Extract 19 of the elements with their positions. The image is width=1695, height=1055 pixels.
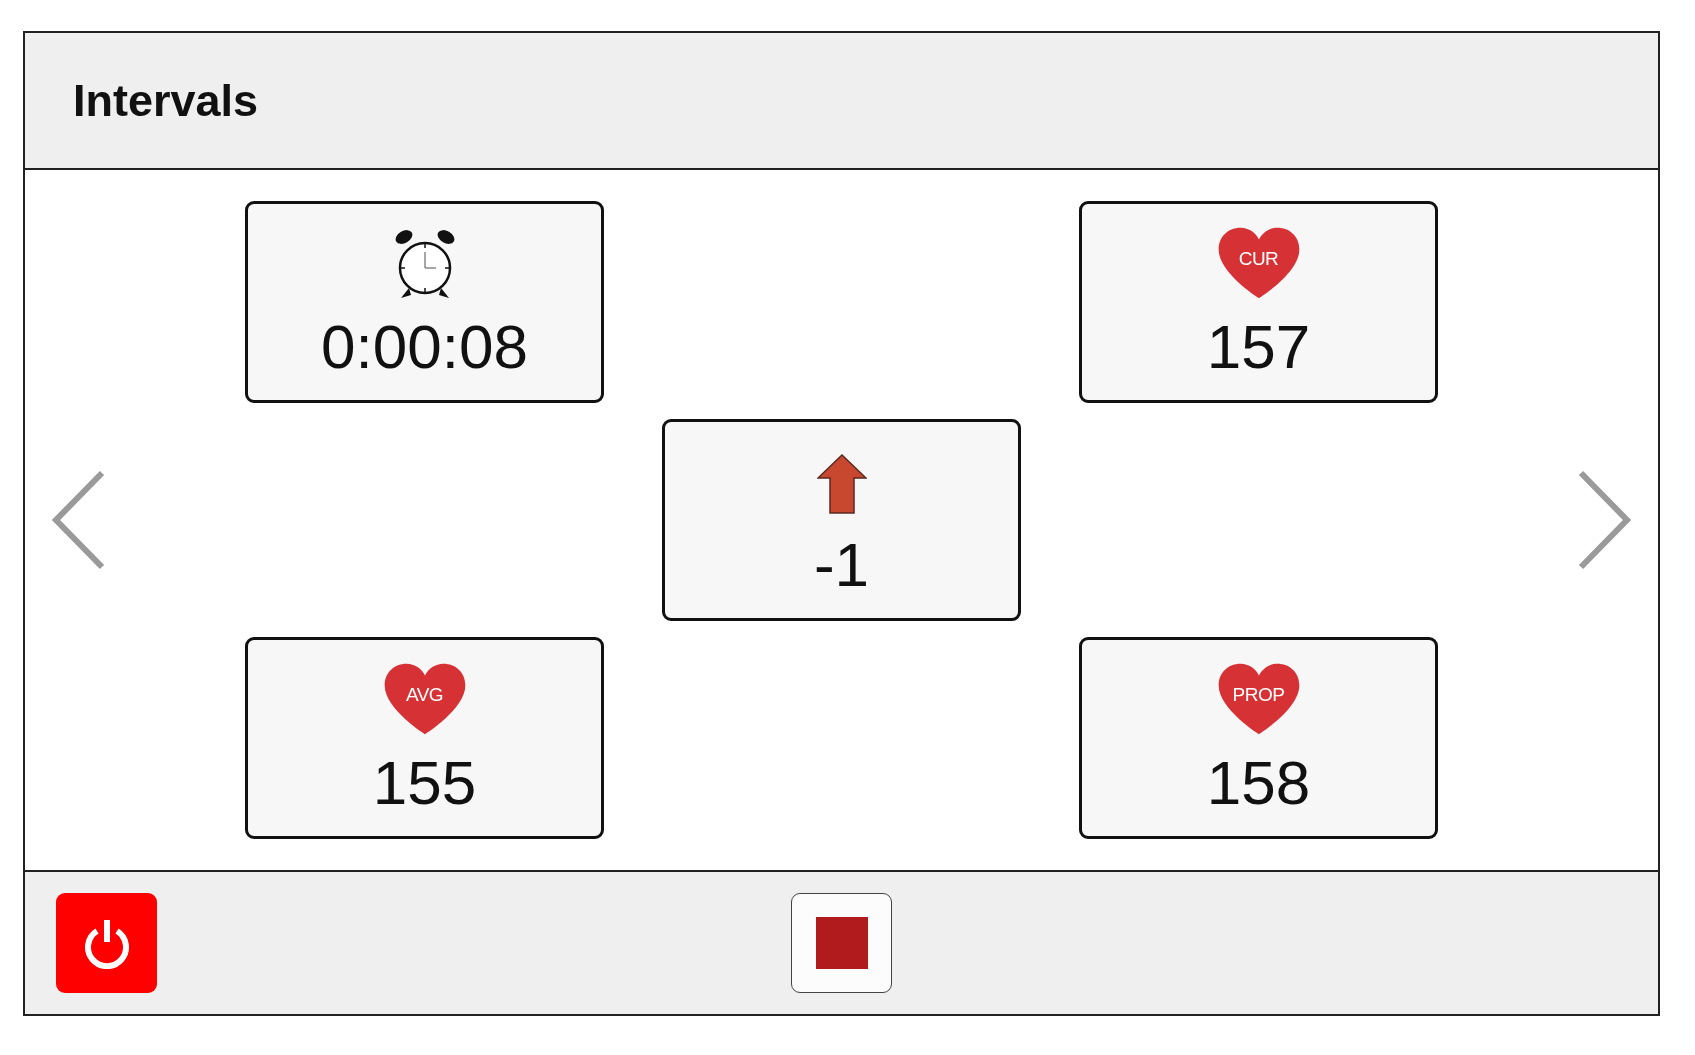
power-button[interactable] [56, 893, 157, 993]
metric-value: 0:00:08 [321, 314, 528, 380]
heart-label: CUR [1237, 248, 1280, 270]
heart-label: AVG [404, 684, 445, 706]
metric-value: -1 [813, 532, 870, 598]
stop-icon [815, 917, 868, 969]
heart-icon [1216, 226, 1301, 300]
heart-icon [382, 662, 467, 736]
stop-button[interactable] [791, 893, 892, 993]
heart-icon [1216, 662, 1301, 736]
next-button[interactable] [1577, 470, 1632, 570]
metric-value: 158 [1206, 750, 1311, 816]
metric-value: 157 [1206, 314, 1311, 380]
chevron-left-icon [51, 470, 106, 570]
metric-value: 155 [372, 750, 477, 816]
heart-label: PROP [1231, 684, 1286, 706]
screen-title: Intervals [73, 74, 259, 127]
chevron-right-icon [1577, 470, 1632, 570]
previous-button[interactable] [51, 470, 106, 570]
